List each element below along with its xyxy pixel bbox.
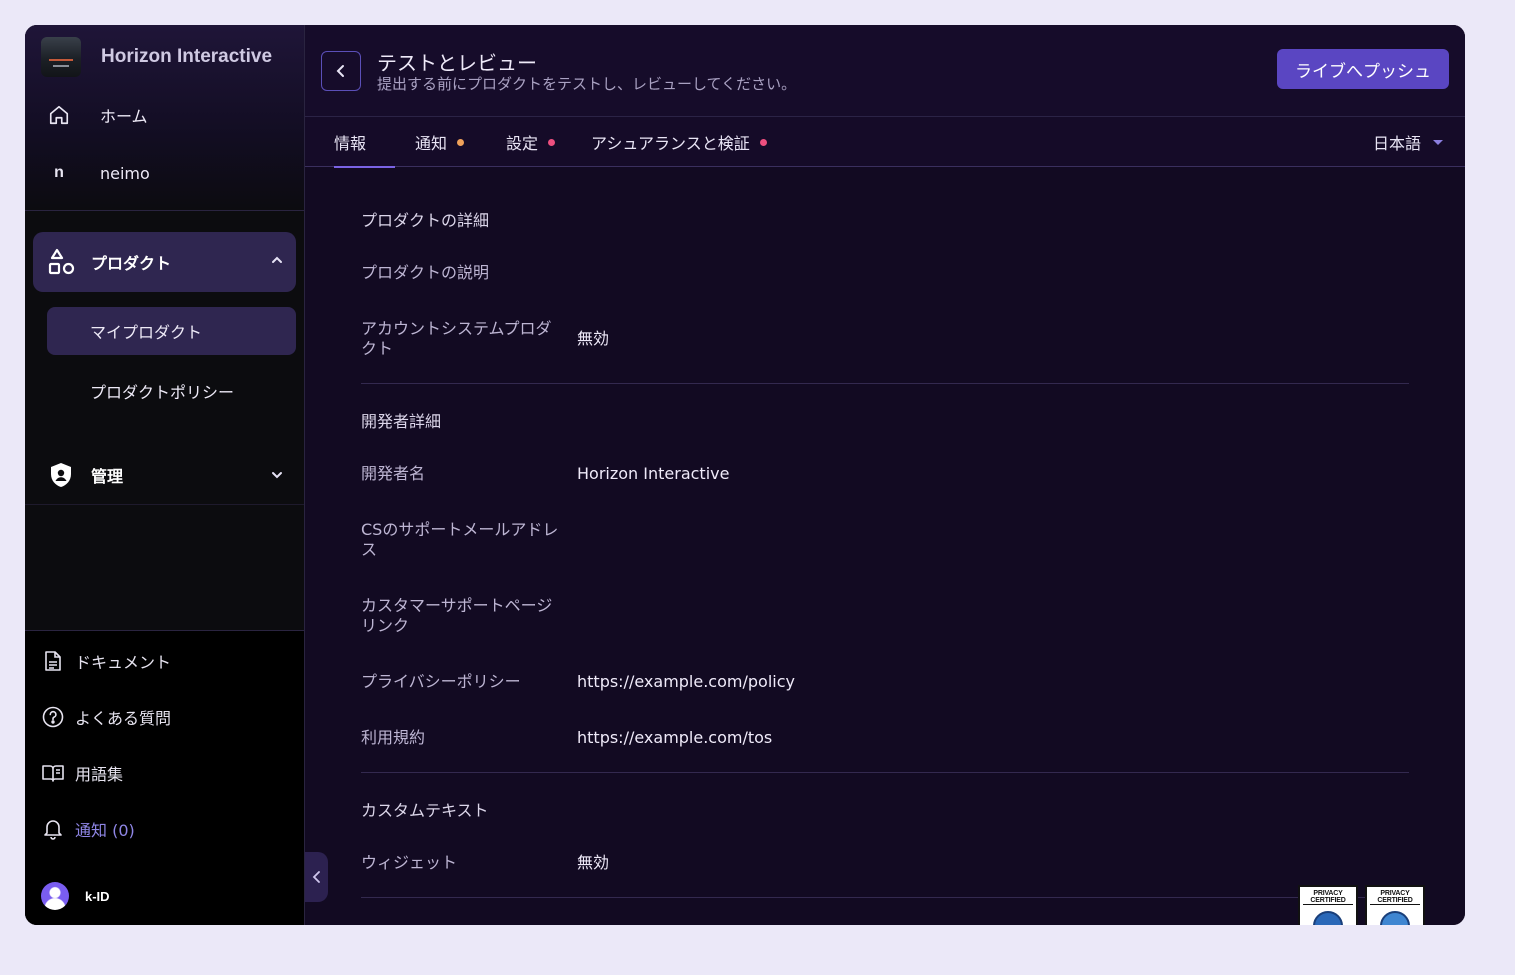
status-dot: [759, 138, 767, 146]
sidebar-group-admin[interactable]: 管理: [25, 445, 304, 505]
section-title-developer-details: 開発者詳細: [361, 412, 442, 431]
app-window: Horizon Interactive ホーム n neimo プロダクト マイ…: [25, 25, 1465, 925]
shapes-icon: [47, 247, 77, 277]
divider: [361, 383, 1409, 384]
user-name: k-ID: [85, 888, 110, 904]
docs-label: ドキュメント: [75, 653, 172, 672]
chevron-up-icon: [270, 252, 284, 271]
field-value-privacy-policy[interactable]: https://example.com/policy: [577, 672, 795, 692]
badge-label: PRIVACY CERTIFIED: [1303, 887, 1353, 905]
field-label-developer-name: 開発者名: [361, 464, 426, 483]
privacy-certified-badge: PRIVACY CERTIFIED: [1298, 885, 1358, 925]
glossary-label: 用語集: [75, 765, 124, 784]
workspace-initial: n: [54, 164, 64, 181]
page-subtitle: 提出する前にプロダクトをテストし、レビューしてください。: [377, 75, 797, 93]
section-title-product-details: プロダクトの詳細: [361, 211, 490, 230]
brand-logo: [41, 37, 81, 77]
tab-label: 通知: [415, 134, 448, 153]
sidebar: Horizon Interactive ホーム n neimo プロダクト マイ…: [25, 25, 305, 925]
language-label: 日本語: [1372, 134, 1421, 153]
field-label-account-system: アカウントシステムプロダクト: [361, 319, 552, 358]
tab-info[interactable]: 情報: [334, 117, 395, 168]
tab-notifications[interactable]: 通知: [415, 117, 465, 167]
tab-bar: 情報 通知 設定 アシュアランスと検証 日本語: [305, 117, 1465, 168]
sidebar-item-home[interactable]: ホーム: [25, 95, 304, 135]
sidebar-item-label: neimo: [100, 163, 150, 183]
sidebar-footer: ドキュメント よくある質問 用語集 通知 (0) k-ID: [25, 630, 304, 925]
brand[interactable]: Horizon Interactive: [41, 37, 272, 77]
tab-label: 設定: [506, 134, 539, 153]
chevron-down-icon: [270, 467, 284, 486]
field-label-privacy-policy: プライバシーポリシー: [361, 672, 521, 691]
sidebar-item-product-policy[interactable]: プロダクトポリシー: [47, 367, 296, 415]
home-icon: [48, 104, 70, 126]
field-value-widget: 無効: [577, 853, 610, 872]
tab-label: 情報: [334, 134, 367, 153]
avatar: [41, 882, 69, 910]
divider: [361, 897, 1409, 898]
field-label-terms: 利用規約: [361, 728, 426, 747]
status-dot: [457, 138, 465, 146]
kids-privacy-badge: PRIVACY CERTIFIED: [1365, 885, 1425, 925]
tab-label: アシュアランスと検証: [591, 134, 750, 153]
tab-assurance[interactable]: アシュアランスと検証: [591, 117, 767, 167]
sidebar-item-workspace[interactable]: n neimo: [25, 153, 304, 193]
sidebar-item-label: プロダクトポリシー: [90, 383, 235, 402]
document-icon: [41, 649, 65, 673]
page-header: テストとレビュー 提出する前にプロダクトをテストし、レビューしてください。 ライ…: [305, 25, 1465, 117]
glossary-link[interactable]: 用語集: [41, 758, 123, 788]
chevron-left-icon: [336, 65, 344, 77]
user-menu[interactable]: k-ID: [41, 881, 110, 911]
bell-icon: [41, 817, 65, 841]
sidebar-group-label: 管理: [91, 466, 124, 486]
help-circle-icon: [41, 705, 65, 729]
field-value-developer-name: Horizon Interactive: [577, 464, 730, 483]
field-label-support-email: CSのサポートメールアドレス: [361, 520, 559, 559]
field-value-terms[interactable]: https://example.com/tos: [577, 728, 772, 748]
docs-link[interactable]: ドキュメント: [41, 646, 171, 676]
back-button[interactable]: [321, 51, 361, 91]
field-value-account-system: 無効: [577, 329, 610, 348]
sidebar-item-label: ホーム: [100, 107, 148, 126]
section-title-custom-text: カスタムテキスト: [361, 801, 489, 820]
sidebar-group-products[interactable]: プロダクト: [33, 232, 296, 292]
sidebar-collapse-button[interactable]: [305, 852, 328, 902]
notifications-label: 通知 (0): [75, 821, 135, 840]
main-panel: テストとレビュー 提出する前にプロダクトをテストし、レビューしてください。 ライ…: [305, 25, 1465, 925]
kids-icon: [1380, 911, 1410, 925]
push-live-button[interactable]: ライブへプッシュ: [1277, 49, 1449, 89]
sidebar-item-label: マイプロダクト: [90, 323, 203, 342]
caret-down-icon: [1433, 139, 1443, 145]
page-title: テストとレビュー: [377, 51, 537, 75]
field-label-description: プロダクトの説明: [361, 263, 490, 282]
book-icon: [41, 761, 65, 785]
chevron-left-icon: [312, 871, 320, 883]
notifications-link[interactable]: 通知 (0): [41, 814, 135, 844]
brand-name: Horizon Interactive: [101, 46, 273, 67]
globe-icon: [1313, 911, 1343, 925]
divider: [361, 772, 1409, 773]
sidebar-top: Horizon Interactive ホーム n neimo: [25, 25, 304, 211]
badge-label: PRIVACY CERTIFIED: [1370, 887, 1420, 905]
language-select[interactable]: 日本語: [1373, 117, 1443, 167]
sidebar-group-label: プロダクト: [91, 254, 172, 273]
field-label-support-page: カスタマーサポートページリンク: [361, 596, 553, 635]
faq-label: よくある質問: [75, 709, 172, 728]
tab-settings[interactable]: 設定: [506, 117, 556, 167]
shield-icon: [47, 461, 75, 489]
field-label-widget: ウィジェット: [361, 853, 458, 872]
status-dot: [548, 138, 556, 146]
faq-link[interactable]: よくある質問: [41, 702, 171, 732]
sidebar-item-my-products[interactable]: マイプロダクト: [47, 307, 296, 355]
